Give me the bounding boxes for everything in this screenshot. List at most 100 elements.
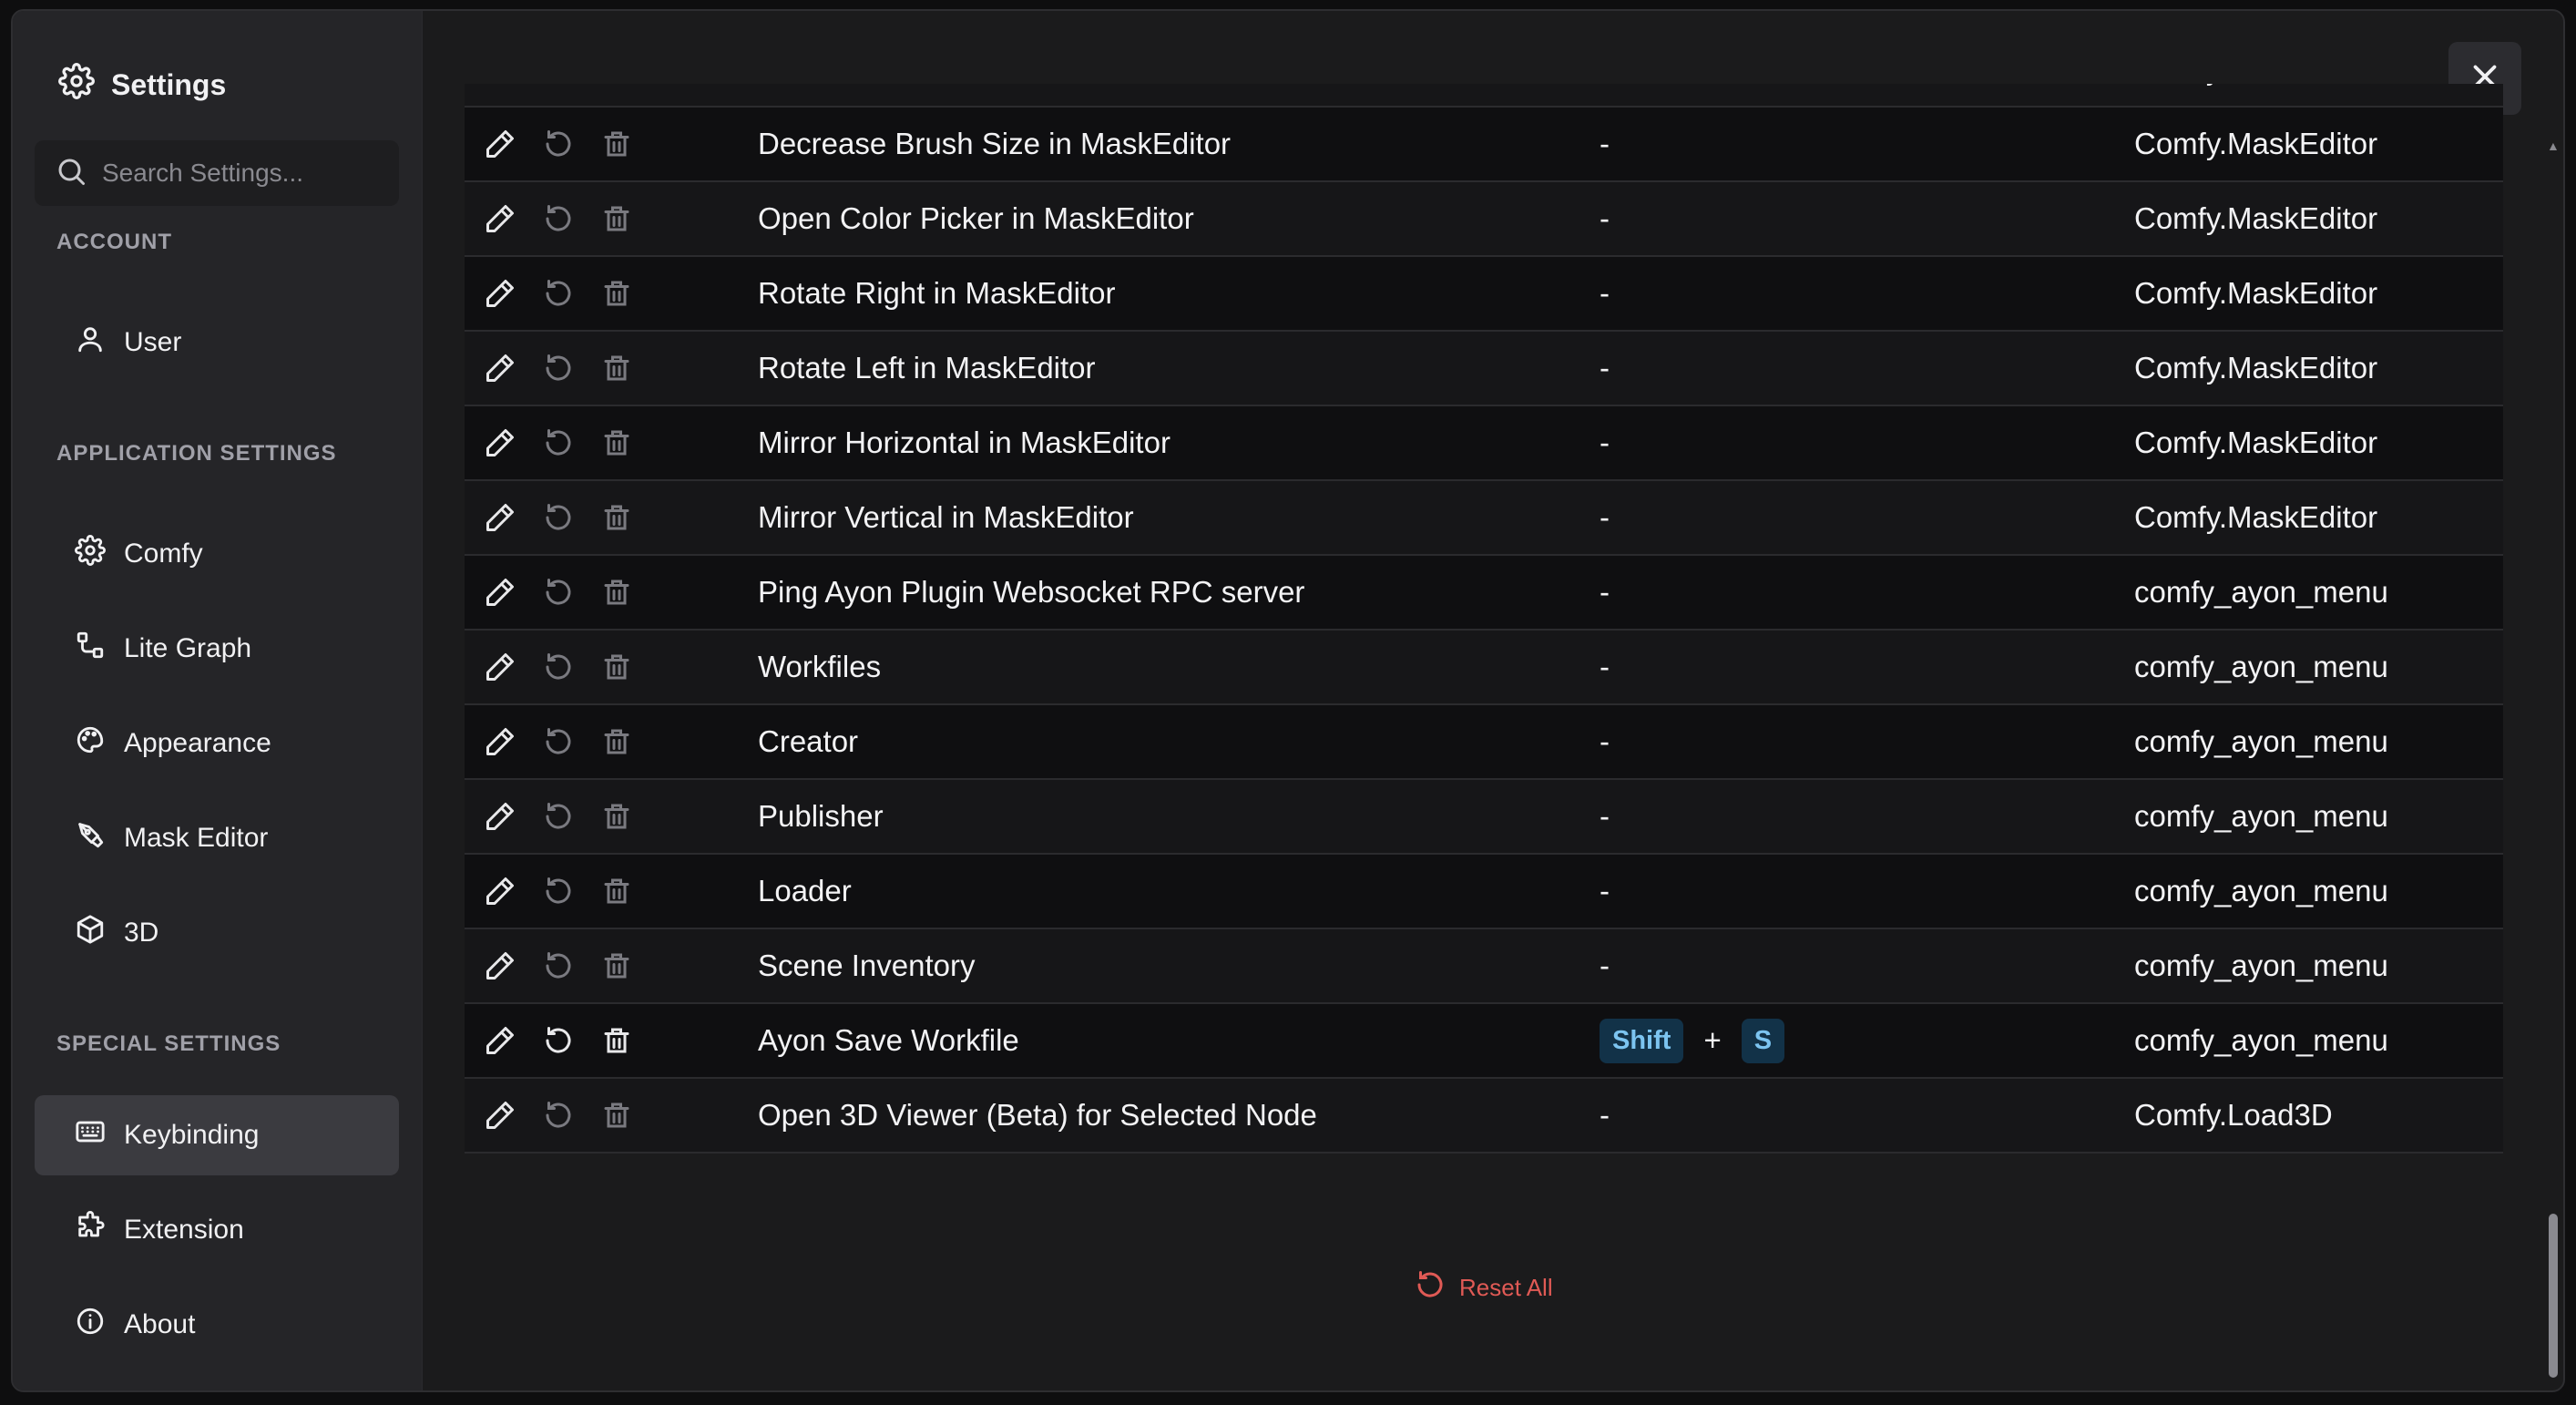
edit-icon[interactable] — [483, 949, 517, 983]
reset-icon[interactable] — [541, 650, 576, 684]
reset-icon[interactable] — [541, 874, 576, 908]
edit-icon[interactable] — [483, 650, 517, 684]
table-row[interactable]: Open Color Picker in MaskEditor - Comfy.Ma… — [465, 182, 2503, 257]
source-label: Comfy.MaskEditor — [2134, 500, 2378, 534]
search-input[interactable] — [102, 159, 431, 188]
edit-icon[interactable] — [483, 1023, 517, 1058]
user-icon — [75, 323, 106, 362]
reset-all-button[interactable]: Reset All — [1414, 1268, 1553, 1308]
sidebar-item-extension[interactable]: Extension — [35, 1190, 399, 1270]
sidebar-item-3d[interactable]: 3D — [35, 893, 399, 973]
reset-icon[interactable] — [541, 1098, 576, 1133]
sidebar-item-lite-graph[interactable]: Lite Graph — [35, 609, 399, 689]
edit-icon[interactable] — [483, 276, 517, 311]
source-label: comfy_ayon_menu — [2134, 799, 2388, 833]
table-row[interactable]: Mirror Horizontal in MaskEditor - Comfy.Ma… — [465, 406, 2503, 481]
search-box[interactable] — [35, 140, 431, 206]
reset-icon[interactable] — [541, 949, 576, 983]
table-row[interactable]: Creator - comfy_ayon_menu — [465, 705, 2503, 780]
row-actions — [483, 182, 634, 255]
edit-icon[interactable] — [483, 724, 517, 759]
scroll-up-arrow[interactable]: ▲ — [2547, 138, 2560, 153]
table-row[interactable]: Publisher - comfy_ayon_menu — [465, 780, 2503, 855]
edit-icon[interactable] — [483, 351, 517, 385]
trash-icon[interactable] — [599, 351, 634, 385]
scrollbar[interactable]: ▲ — [2541, 138, 2563, 1387]
edit-icon[interactable] — [483, 84, 517, 87]
source-label: Comfy.MaskEditor — [2134, 52, 2378, 86]
edit-icon[interactable] — [483, 500, 517, 535]
reset-icon[interactable] — [541, 799, 576, 834]
reset-icon[interactable] — [541, 351, 576, 385]
sidebar-item-comfy[interactable]: Comfy — [35, 514, 399, 594]
table-row[interactable]: Workfiles - comfy_ayon_menu — [465, 631, 2503, 705]
reset-all-label: Reset All — [1459, 1274, 1553, 1301]
edit-icon[interactable] — [483, 1098, 517, 1133]
trash-icon[interactable] — [599, 201, 634, 236]
trash-icon[interactable] — [599, 84, 634, 87]
reset-icon[interactable] — [541, 575, 576, 610]
keybinding-value: - — [1600, 949, 1610, 982]
source-label: Comfy.MaskEditor — [2134, 201, 2378, 235]
keyboard-icon — [75, 1116, 106, 1154]
source-label: comfy_ayon_menu — [2134, 874, 2388, 908]
trash-icon[interactable] — [599, 127, 634, 161]
row-actions — [483, 84, 634, 106]
trash-icon[interactable] — [599, 276, 634, 311]
trash-icon[interactable] — [599, 724, 634, 759]
trash-icon[interactable] — [599, 1023, 634, 1058]
source-label: comfy_ayon_menu — [2134, 650, 2388, 683]
graph-icon — [75, 630, 106, 668]
sidebar-item-label: 3D — [124, 918, 159, 948]
table-row[interactable]: Increase Brush Size in MaskEditor Comfy.… — [465, 52, 2503, 108]
keybinding-value: - — [1600, 575, 1610, 609]
reset-icon[interactable] — [541, 724, 576, 759]
trash-icon[interactable] — [599, 426, 634, 460]
sidebar-item-user[interactable]: User — [35, 303, 399, 383]
reset-icon[interactable] — [541, 201, 576, 236]
trash-icon[interactable] — [599, 1098, 634, 1133]
edit-icon[interactable] — [483, 874, 517, 908]
reset-icon[interactable] — [541, 1023, 576, 1058]
trash-icon[interactable] — [599, 650, 634, 684]
reset-icon[interactable] — [541, 84, 576, 87]
table-row[interactable]: Open 3D Viewer (Beta) for Selected Node -… — [465, 1079, 2503, 1154]
command-label: Scene Inventory — [758, 949, 976, 982]
keybinding-value: - — [1600, 276, 1610, 310]
table-row[interactable]: Scene Inventory - comfy_ayon_menu — [465, 929, 2503, 1004]
table-row[interactable]: Decrease Brush Size in MaskEditor - Comfy.… — [465, 108, 2503, 182]
table-row[interactable]: Mirror Vertical in MaskEditor - Comfy.Mask… — [465, 481, 2503, 556]
edit-icon[interactable] — [483, 201, 517, 236]
reset-icon[interactable] — [541, 127, 576, 161]
trash-icon[interactable] — [599, 575, 634, 610]
table-row[interactable]: Ping Ayon Plugin Websocket RPC server - co… — [465, 556, 2503, 631]
trash-icon[interactable] — [599, 949, 634, 983]
edit-icon[interactable] — [483, 575, 517, 610]
sidebar-item-mask-editor[interactable]: Mask Editor — [35, 798, 399, 878]
reset-icon[interactable] — [541, 500, 576, 535]
edit-icon[interactable] — [483, 799, 517, 834]
edit-icon[interactable] — [483, 426, 517, 460]
sidebar-item-label: Extension — [124, 1215, 244, 1245]
trash-icon[interactable] — [599, 799, 634, 834]
table-row[interactable]: Ayon Save Workfile Shift + Scomfy_ayon_menu — [465, 1004, 2503, 1079]
reset-icon[interactable] — [541, 276, 576, 311]
table-row[interactable]: Rotate Left in MaskEditor - Comfy.MaskEdit… — [465, 332, 2503, 406]
reset-icon[interactable] — [541, 426, 576, 460]
reset-icon — [1414, 1268, 1446, 1308]
table-row[interactable]: Loader - comfy_ayon_menu — [465, 855, 2503, 929]
command-label: Increase Brush Size in MaskEditor — [758, 52, 1218, 86]
command-label: Loader — [758, 874, 852, 908]
source-label: Comfy.MaskEditor — [2134, 276, 2378, 310]
trash-icon[interactable] — [599, 874, 634, 908]
source-label: comfy_ayon_menu — [2134, 575, 2388, 609]
table-row[interactable]: Rotate Right in MaskEditor - Comfy.MaskEdi… — [465, 257, 2503, 332]
scrollbar-thumb[interactable] — [2549, 1214, 2558, 1378]
command-label: Rotate Right in MaskEditor — [758, 276, 1116, 310]
keybinding-value: - — [1600, 650, 1610, 683]
sidebar-item-keybinding[interactable]: Keybinding — [35, 1095, 399, 1175]
sidebar-item-appearance[interactable]: Appearance — [35, 703, 399, 784]
trash-icon[interactable] — [599, 500, 634, 535]
edit-icon[interactable] — [483, 127, 517, 161]
sidebar-item-about[interactable]: About — [35, 1285, 399, 1365]
